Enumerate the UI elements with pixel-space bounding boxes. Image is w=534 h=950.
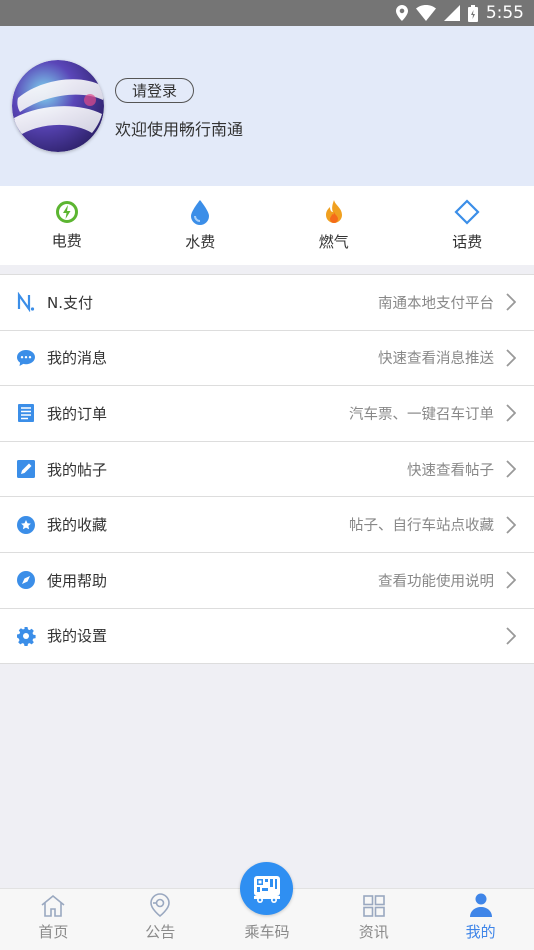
news-grid-icon — [362, 895, 385, 917]
quick-label-gas: 燃气 — [318, 233, 349, 251]
location-icon — [395, 5, 408, 21]
tab-label: 首页 — [38, 923, 69, 941]
menu-item-orders[interactable]: 我的订单 汽车票、一键召车订单 — [0, 386, 534, 442]
quick-label-electricity: 电费 — [51, 232, 82, 250]
menu-title: 我的收藏 — [47, 516, 108, 535]
menu-list: N.支付 南通本地支付平台 我的消息 快速查看消息推送 我的订单 汽车票、一键召… — [0, 274, 534, 665]
chevron-right-icon — [506, 460, 516, 478]
quick-label-phone: 话费 — [452, 233, 483, 251]
message-icon — [16, 348, 36, 368]
tab-home[interactable]: 首页 — [0, 889, 107, 950]
tab-label: 公告 — [145, 923, 176, 941]
quick-item-phone[interactable]: 话费 — [401, 186, 534, 265]
tab-notice[interactable]: 公告 — [107, 889, 214, 950]
menu-item-help[interactable]: 使用帮助 查看功能使用说明 — [0, 553, 534, 609]
tab-news[interactable]: 资讯 — [320, 889, 427, 950]
menu-desc: 查看功能使用说明 — [378, 573, 494, 590]
menu-desc: 快速查看帖子 — [407, 462, 494, 479]
tab-label: 资讯 — [358, 923, 389, 941]
post-icon — [16, 459, 36, 479]
electricity-icon — [55, 201, 78, 223]
notice-icon — [150, 893, 170, 918]
menu-title: 我的帖子 — [47, 460, 108, 479]
menu-desc: 汽车票、一键召车订单 — [349, 406, 494, 423]
bus-qr-icon — [253, 875, 280, 903]
tab-mine[interactable]: 我的 — [427, 889, 534, 950]
menu-title: 我的消息 — [47, 349, 108, 368]
menu-title: N.支付 — [47, 293, 93, 312]
login-button[interactable]: 请登录 — [115, 78, 194, 103]
menu-item-n-pay[interactable]: N.支付 南通本地支付平台 — [0, 275, 534, 331]
app-logo-icon — [12, 60, 104, 152]
favorite-icon — [16, 515, 36, 535]
menu-item-favorites[interactable]: 我的收藏 帖子、自行车站点收藏 — [0, 497, 534, 553]
chevron-right-icon — [506, 571, 516, 589]
help-compass-icon — [16, 570, 36, 590]
quick-item-gas[interactable]: 燃气 — [267, 186, 401, 265]
water-drop-icon — [191, 200, 210, 225]
bus-code-button[interactable] — [240, 862, 293, 915]
menu-title: 我的订单 — [47, 404, 108, 423]
menu-desc: 帖子、自行车站点收藏 — [349, 518, 494, 535]
chevron-right-icon — [506, 627, 516, 645]
order-icon — [16, 403, 36, 423]
menu-item-messages[interactable]: 我的消息 快速查看消息推送 — [0, 331, 534, 387]
menu-desc: 快速查看消息推送 — [378, 351, 494, 368]
menu-item-posts[interactable]: 我的帖子 快速查看帖子 — [0, 442, 534, 498]
avatar[interactable] — [12, 60, 104, 152]
home-icon — [41, 894, 65, 917]
quick-item-electricity[interactable]: 电费 — [0, 186, 134, 265]
quick-actions: 电费 水费 燃气 话费 — [0, 186, 534, 265]
status-bar: 5:55 — [0, 0, 534, 26]
signal-icon — [443, 5, 460, 21]
chevron-right-icon — [506, 349, 516, 367]
tab-label: 我的 — [465, 923, 496, 941]
quick-label-water: 水费 — [185, 233, 216, 251]
status-time: 5:55 — [485, 3, 524, 23]
quick-item-water[interactable]: 水费 — [134, 186, 268, 265]
wifi-icon — [415, 5, 436, 21]
chevron-right-icon — [506, 404, 516, 423]
n-pay-icon — [16, 292, 36, 313]
flame-icon — [325, 200, 342, 223]
welcome-text: 欢迎使用畅行南通 — [115, 120, 244, 139]
menu-title: 使用帮助 — [47, 571, 108, 590]
battery-icon — [467, 4, 478, 22]
profile-header: 请登录 欢迎使用畅行南通 — [0, 26, 534, 186]
menu-item-settings[interactable]: 我的设置 — [0, 609, 534, 665]
menu-title: 我的设置 — [47, 627, 108, 646]
chevron-right-icon — [506, 516, 516, 534]
gear-icon — [16, 626, 36, 646]
menu-desc: 南通本地支付平台 — [378, 295, 494, 312]
person-icon — [469, 893, 492, 917]
chevron-right-icon — [506, 293, 516, 311]
phone-bill-icon — [454, 199, 480, 225]
tab-label: 乘车码 — [244, 923, 290, 941]
